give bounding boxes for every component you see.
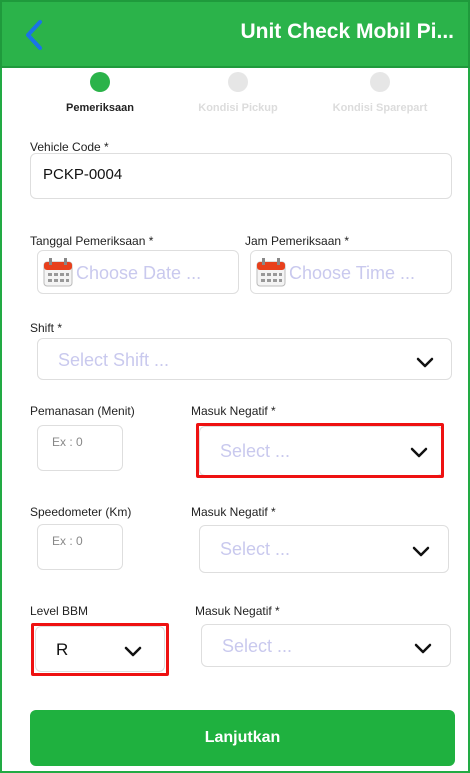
step-label: Kondisi Sparepart: [332, 102, 428, 114]
step-dot: [90, 72, 110, 92]
pemanasan-label: Pemanasan (Menit): [30, 404, 135, 418]
app-header: Unit Check Mobil Pi...: [0, 0, 470, 68]
level-bbm-select[interactable]: R: [35, 626, 165, 672]
step-label: Kondisi Pickup: [198, 102, 278, 114]
masuk-negatif-1-label: Masuk Negatif *: [191, 404, 276, 418]
masuk-negatif-3-placeholder: Select ...: [222, 636, 293, 656]
chevron-down-icon: [414, 643, 432, 654]
tanggal-label: Tanggal Pemeriksaan *: [30, 234, 154, 248]
masuk-negatif-2-label: Masuk Negatif *: [191, 505, 276, 519]
shift-label: Shift *: [30, 321, 63, 335]
level-bbm-value: R: [56, 640, 69, 659]
chevron-left-icon[interactable]: [20, 18, 50, 52]
masuk-negatif-2-placeholder: Select ...: [220, 539, 291, 559]
step-dot: [370, 72, 390, 92]
chevron-down-icon: [416, 357, 434, 368]
speedometer-placeholder: Ex : 0: [52, 534, 83, 548]
step-label: Pemeriksaan: [66, 102, 134, 114]
speedometer-input[interactable]: Ex : 0: [37, 524, 123, 570]
masuk-negatif-1-placeholder: Select ...: [220, 441, 291, 461]
shift-placeholder: Select Shift ...: [58, 350, 170, 370]
time-placeholder: Choose Time ...: [289, 263, 416, 283]
lanjutkan-button[interactable]: Lanjutkan: [30, 710, 455, 766]
shift-select[interactable]: Select Shift ...: [37, 338, 452, 380]
date-placeholder: Choose Date ...: [76, 263, 202, 283]
speedometer-label: Speedometer (Km): [30, 505, 132, 519]
step-dot: [228, 72, 248, 92]
chevron-down-icon: [412, 546, 430, 557]
chevron-down-icon: [410, 447, 428, 458]
level-bbm-label: Level BBM: [30, 604, 89, 618]
vehicle-code-value: PCKP-0004: [43, 166, 123, 183]
time-picker[interactable]: Choose Time ...: [250, 250, 452, 294]
calendar-icon: [256, 258, 286, 287]
chevron-down-icon: [124, 646, 142, 657]
masuk-negatif-1-select[interactable]: Select ...: [199, 426, 443, 476]
masuk-negatif-2-select[interactable]: Select ...: [199, 525, 449, 573]
vehicle-code-label: Vehicle Code *: [30, 140, 109, 154]
pemanasan-placeholder: Ex : 0: [52, 435, 83, 449]
jam-label: Jam Pemeriksaan *: [245, 234, 350, 248]
pemanasan-input[interactable]: Ex : 0: [37, 425, 123, 471]
vehicle-code-field[interactable]: PCKP-0004: [30, 153, 452, 199]
step-pemeriksaan[interactable]: Pemeriksaan: [30, 72, 170, 114]
date-picker[interactable]: Choose Date ...: [37, 250, 239, 294]
masuk-negatif-3-select[interactable]: Select ...: [201, 624, 451, 667]
step-kondisi-pickup[interactable]: Kondisi Pickup: [168, 72, 308, 114]
step-kondisi-sparepart[interactable]: Kondisi Sparepart: [310, 72, 450, 114]
page-title: Unit Check Mobil Pi...: [240, 20, 454, 43]
masuk-negatif-3-label: Masuk Negatif *: [195, 604, 280, 618]
calendar-icon: [43, 258, 73, 287]
